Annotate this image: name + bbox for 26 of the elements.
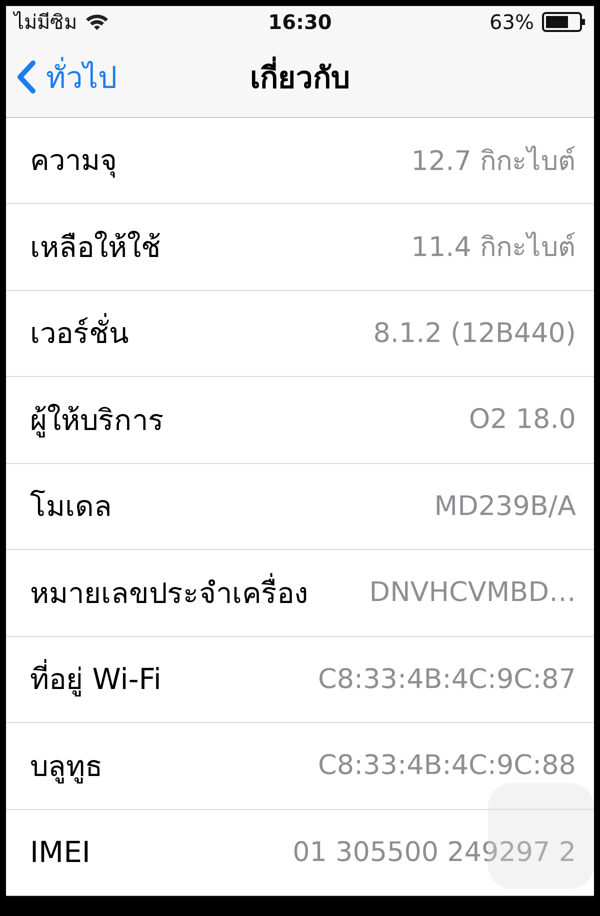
row-label: ผู้ให้บริการ — [30, 402, 164, 440]
row-value: 8.1.2 (12B440) — [373, 318, 576, 349]
back-button[interactable]: ทั่วไป — [6, 54, 127, 101]
row-label: เหลือให้ใช้ — [30, 228, 161, 266]
row-value: MD239B/A — [434, 490, 576, 522]
carrier-text: ไม่มีซิม — [14, 9, 77, 36]
time-text: 16:30 — [268, 10, 332, 34]
wifi-icon — [85, 13, 109, 31]
page-title: เกี่ยวกับ — [250, 54, 350, 101]
row-value: C8:33:4B:4C:9C:87 — [318, 664, 576, 695]
row-value: 01 305500 249297 2 — [292, 836, 576, 868]
row-label: บลูทูธ — [30, 748, 103, 786]
row-label: IMEI — [30, 835, 90, 870]
row-label: โมเดล — [30, 488, 112, 526]
row-label: หมายเลขประจำเครื่อง — [30, 570, 308, 616]
battery-icon — [542, 12, 586, 32]
chevron-left-icon — [16, 60, 36, 94]
row-label: ที่อยู่ Wi-Fi — [30, 656, 162, 702]
row-value: C8:33:4B:4C:9C:88 — [318, 750, 576, 782]
battery-percent: 63% — [490, 10, 534, 34]
row-value: 12.7 กิกะไบต์ — [411, 144, 576, 179]
row-value: 11.4 กิกะไบต์ — [411, 230, 576, 266]
row-label: ความจุ — [30, 142, 117, 180]
row-value: O2 18.0 — [468, 404, 576, 436]
row-value: DNVHCVMBD… — [369, 577, 576, 608]
row-label: เวอร์ชั่น — [30, 310, 129, 356]
